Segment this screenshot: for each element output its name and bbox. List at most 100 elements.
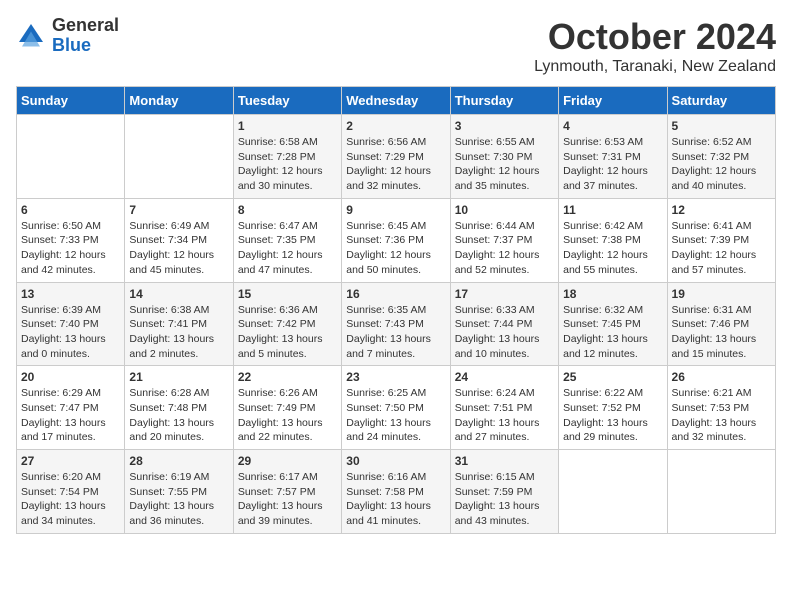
day-number: 29 bbox=[238, 454, 337, 468]
table-row: 12 Sunrise: 6:41 AMSunset: 7:39 PMDayligh… bbox=[667, 198, 775, 282]
col-thursday: Thursday bbox=[450, 87, 558, 115]
table-row: 14 Sunrise: 6:38 AMSunset: 7:41 PMDayligh… bbox=[125, 282, 233, 366]
table-row: 27 Sunrise: 6:20 AMSunset: 7:54 PMDayligh… bbox=[17, 450, 125, 534]
table-row: 23 Sunrise: 6:25 AMSunset: 7:50 PMDayligh… bbox=[342, 366, 450, 450]
day-info: Sunrise: 6:55 AMSunset: 7:30 PMDaylight:… bbox=[455, 135, 554, 194]
day-number: 16 bbox=[346, 287, 445, 301]
table-row: 6Sunrise: 6:50 AMSunset: 7:33 PMDaylight… bbox=[17, 198, 125, 282]
month-title: October 2024 bbox=[534, 16, 776, 58]
table-row bbox=[559, 450, 667, 534]
table-row: 5 Sunrise: 6:52 AMSunset: 7:32 PMDaylight… bbox=[667, 115, 775, 199]
day-info: Sunrise: 6:53 AMSunset: 7:31 PMDaylight:… bbox=[563, 135, 662, 194]
day-info: Sunrise: 6:31 AMSunset: 7:46 PMDaylight:… bbox=[672, 303, 771, 362]
day-info: Sunrise: 6:52 AMSunset: 7:32 PMDaylight:… bbox=[672, 135, 771, 194]
day-number: 12 bbox=[672, 203, 771, 217]
day-number: 6 bbox=[21, 203, 120, 217]
location-title: Lynmouth, Taranaki, New Zealand bbox=[534, 58, 776, 76]
calendar-week-row: 27 Sunrise: 6:20 AMSunset: 7:54 PMDayligh… bbox=[17, 450, 776, 534]
day-number: 22 bbox=[238, 370, 337, 384]
day-number: 2 bbox=[346, 119, 445, 133]
day-info: Sunrise: 6:35 AMSunset: 7:43 PMDaylight:… bbox=[346, 303, 445, 362]
day-number: 19 bbox=[672, 287, 771, 301]
table-row: 15 Sunrise: 6:36 AMSunset: 7:42 PMDayligh… bbox=[233, 282, 341, 366]
table-row: 16 Sunrise: 6:35 AMSunset: 7:43 PMDayligh… bbox=[342, 282, 450, 366]
day-number: 15 bbox=[238, 287, 337, 301]
day-info: Sunrise: 6:58 AMSunset: 7:28 PMDaylight:… bbox=[238, 135, 337, 194]
table-row: 22 Sunrise: 6:26 AMSunset: 7:49 PMDayligh… bbox=[233, 366, 341, 450]
table-row: 24Sunrise: 6:24 AMSunset: 7:51 PMDayligh… bbox=[450, 366, 558, 450]
day-info: Sunrise: 6:32 AMSunset: 7:45 PMDaylight:… bbox=[563, 303, 662, 362]
day-number: 20 bbox=[21, 370, 120, 384]
logo-general: General bbox=[52, 16, 119, 36]
day-info: Sunrise: 6:20 AMSunset: 7:54 PMDaylight:… bbox=[21, 470, 120, 529]
col-saturday: Saturday bbox=[667, 87, 775, 115]
table-row: 30 Sunrise: 6:16 AMSunset: 7:58 PMDayligh… bbox=[342, 450, 450, 534]
day-info: Sunrise: 6:16 AMSunset: 7:58 PMDaylight:… bbox=[346, 470, 445, 529]
day-info: Sunrise: 6:19 AMSunset: 7:55 PMDaylight:… bbox=[129, 470, 228, 529]
logo-blue: Blue bbox=[52, 36, 119, 56]
table-row: 31Sunrise: 6:15 AMSunset: 7:59 PMDayligh… bbox=[450, 450, 558, 534]
table-row: 9Sunrise: 6:45 AMSunset: 7:36 PMDaylight… bbox=[342, 198, 450, 282]
day-number: 17 bbox=[455, 287, 554, 301]
day-number: 21 bbox=[129, 370, 228, 384]
table-row: 10 Sunrise: 6:44 AMSunset: 7:37 PMDayligh… bbox=[450, 198, 558, 282]
day-info: Sunrise: 6:17 AMSunset: 7:57 PMDaylight:… bbox=[238, 470, 337, 529]
col-tuesday: Tuesday bbox=[233, 87, 341, 115]
table-row: 11 Sunrise: 6:42 AMSunset: 7:38 PMDayligh… bbox=[559, 198, 667, 282]
day-number: 26 bbox=[672, 370, 771, 384]
day-info: Sunrise: 6:42 AMSunset: 7:38 PMDaylight:… bbox=[563, 219, 662, 278]
day-number: 3 bbox=[455, 119, 554, 133]
day-info: Sunrise: 6:39 AMSunset: 7:40 PMDaylight:… bbox=[21, 303, 120, 362]
calendar-week-row: 1Sunrise: 6:58 AMSunset: 7:28 PMDaylight… bbox=[17, 115, 776, 199]
day-info: Sunrise: 6:47 AMSunset: 7:35 PMDaylight:… bbox=[238, 219, 337, 278]
col-wednesday: Wednesday bbox=[342, 87, 450, 115]
day-number: 27 bbox=[21, 454, 120, 468]
day-info: Sunrise: 6:28 AMSunset: 7:48 PMDaylight:… bbox=[129, 386, 228, 445]
calendar-week-row: 20 Sunrise: 6:29 AMSunset: 7:47 PMDayligh… bbox=[17, 366, 776, 450]
table-row: 21 Sunrise: 6:28 AMSunset: 7:48 PMDayligh… bbox=[125, 366, 233, 450]
day-number: 14 bbox=[129, 287, 228, 301]
calendar-week-row: 13 Sunrise: 6:39 AMSunset: 7:40 PMDayligh… bbox=[17, 282, 776, 366]
day-number: 13 bbox=[21, 287, 120, 301]
col-friday: Friday bbox=[559, 87, 667, 115]
day-number: 23 bbox=[346, 370, 445, 384]
calendar-week-row: 6Sunrise: 6:50 AMSunset: 7:33 PMDaylight… bbox=[17, 198, 776, 282]
day-info: Sunrise: 6:49 AMSunset: 7:34 PMDaylight:… bbox=[129, 219, 228, 278]
calendar-table: Sunday Monday Tuesday Wednesday Thursday… bbox=[16, 86, 776, 534]
day-info: Sunrise: 6:36 AMSunset: 7:42 PMDaylight:… bbox=[238, 303, 337, 362]
day-number: 5 bbox=[672, 119, 771, 133]
day-info: Sunrise: 6:15 AMSunset: 7:59 PMDaylight:… bbox=[455, 470, 554, 529]
day-info: Sunrise: 6:56 AMSunset: 7:29 PMDaylight:… bbox=[346, 135, 445, 194]
day-number: 8 bbox=[238, 203, 337, 217]
logo-icon bbox=[16, 21, 46, 51]
day-number: 11 bbox=[563, 203, 662, 217]
day-info: Sunrise: 6:24 AMSunset: 7:51 PMDaylight:… bbox=[455, 386, 554, 445]
table-row: 8 Sunrise: 6:47 AMSunset: 7:35 PMDaylight… bbox=[233, 198, 341, 282]
col-sunday: Sunday bbox=[17, 87, 125, 115]
table-row bbox=[667, 450, 775, 534]
table-row: 26Sunrise: 6:21 AMSunset: 7:53 PMDayligh… bbox=[667, 366, 775, 450]
table-row: 19 Sunrise: 6:31 AMSunset: 7:46 PMDayligh… bbox=[667, 282, 775, 366]
table-row: 20 Sunrise: 6:29 AMSunset: 7:47 PMDayligh… bbox=[17, 366, 125, 450]
table-row: 3 Sunrise: 6:55 AMSunset: 7:30 PMDaylight… bbox=[450, 115, 558, 199]
day-info: Sunrise: 6:26 AMSunset: 7:49 PMDaylight:… bbox=[238, 386, 337, 445]
day-info: Sunrise: 6:29 AMSunset: 7:47 PMDaylight:… bbox=[21, 386, 120, 445]
day-info: Sunrise: 6:44 AMSunset: 7:37 PMDaylight:… bbox=[455, 219, 554, 278]
day-info: Sunrise: 6:22 AMSunset: 7:52 PMDaylight:… bbox=[563, 386, 662, 445]
table-row: 4Sunrise: 6:53 AMSunset: 7:31 PMDaylight… bbox=[559, 115, 667, 199]
day-number: 10 bbox=[455, 203, 554, 217]
table-row: 13 Sunrise: 6:39 AMSunset: 7:40 PMDayligh… bbox=[17, 282, 125, 366]
day-number: 30 bbox=[346, 454, 445, 468]
day-info: Sunrise: 6:25 AMSunset: 7:50 PMDaylight:… bbox=[346, 386, 445, 445]
day-info: Sunrise: 6:41 AMSunset: 7:39 PMDaylight:… bbox=[672, 219, 771, 278]
table-row: 29 Sunrise: 6:17 AMSunset: 7:57 PMDayligh… bbox=[233, 450, 341, 534]
day-number: 18 bbox=[563, 287, 662, 301]
col-monday: Monday bbox=[125, 87, 233, 115]
day-info: Sunrise: 6:38 AMSunset: 7:41 PMDaylight:… bbox=[129, 303, 228, 362]
day-info: Sunrise: 6:33 AMSunset: 7:44 PMDaylight:… bbox=[455, 303, 554, 362]
calendar-header-row: Sunday Monday Tuesday Wednesday Thursday… bbox=[17, 87, 776, 115]
title-area: October 2024 Lynmouth, Taranaki, New Zea… bbox=[534, 16, 776, 76]
table-row: 2 Sunrise: 6:56 AMSunset: 7:29 PMDaylight… bbox=[342, 115, 450, 199]
page-header: General Blue October 2024 Lynmouth, Tara… bbox=[16, 16, 776, 76]
table-row bbox=[125, 115, 233, 199]
